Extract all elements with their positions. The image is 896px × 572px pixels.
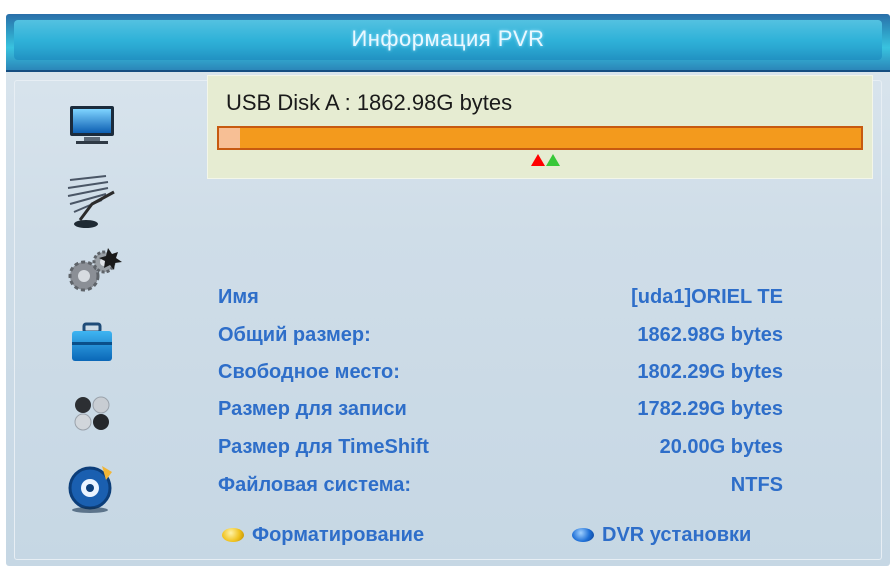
format-label: Форматирование: [252, 524, 425, 546]
info-label: Свободное место:: [218, 361, 400, 383]
disk-usage-bar: [217, 126, 863, 150]
dvr-settings-label: DVR установки: [602, 524, 752, 546]
media-disc-icon[interactable]: [62, 456, 122, 516]
info-row-timeshift-size: Размер для TimeShift 20.00G bytes: [218, 436, 783, 466]
title-bar: Информация PVR: [6, 14, 890, 72]
disk-usage-panel: USB Disk A : 1862.98G bytes: [207, 75, 873, 179]
info-label: Размер для TimeShift: [218, 436, 429, 458]
info-label: Размер для записи: [218, 398, 407, 420]
info-value: [uda1]ORIEL TE: [631, 286, 783, 308]
page-title: Информация PVR: [351, 26, 545, 51]
blue-button-icon: [572, 527, 594, 542]
dvr-settings-button[interactable]: DVR установки: [572, 524, 751, 554]
balls-icon[interactable]: [62, 388, 122, 438]
info-value: 1802.29G bytes: [637, 361, 783, 383]
green-marker-icon: [546, 154, 560, 166]
info-value: NTFS: [730, 474, 783, 496]
toolbox-icon[interactable]: [62, 318, 122, 368]
disk-title: USB Disk A : 1862.98G bytes: [226, 90, 513, 115]
satellite-dish-icon[interactable]: [62, 170, 122, 232]
info-value: 1862.98G bytes: [637, 324, 783, 346]
info-label: Файловая система:: [218, 474, 412, 496]
red-marker-icon: [531, 154, 545, 166]
format-button[interactable]: Форматирование: [222, 524, 424, 554]
info-label: Общий размер:: [218, 324, 371, 346]
info-label: Имя: [218, 286, 259, 308]
tv-icon[interactable]: [62, 100, 122, 150]
yellow-button-icon: [222, 527, 244, 542]
info-value: 1782.29G bytes: [637, 398, 783, 420]
info-row-name: Имя [uda1]ORIEL TE: [218, 286, 783, 316]
info-row-total-size: Общий размер: 1862.98G bytes: [218, 324, 783, 354]
info-row-record-size: Размер для записи 1782.29G bytes: [218, 398, 783, 428]
disk-usage-fill: [219, 128, 240, 148]
info-value: 20.00G bytes: [659, 436, 783, 458]
info-row-free-space: Свободное место: 1802.29G bytes: [218, 361, 783, 391]
settings-gears-icon[interactable]: [62, 244, 122, 298]
info-row-filesystem: Файловая система: NTFS: [218, 474, 783, 504]
